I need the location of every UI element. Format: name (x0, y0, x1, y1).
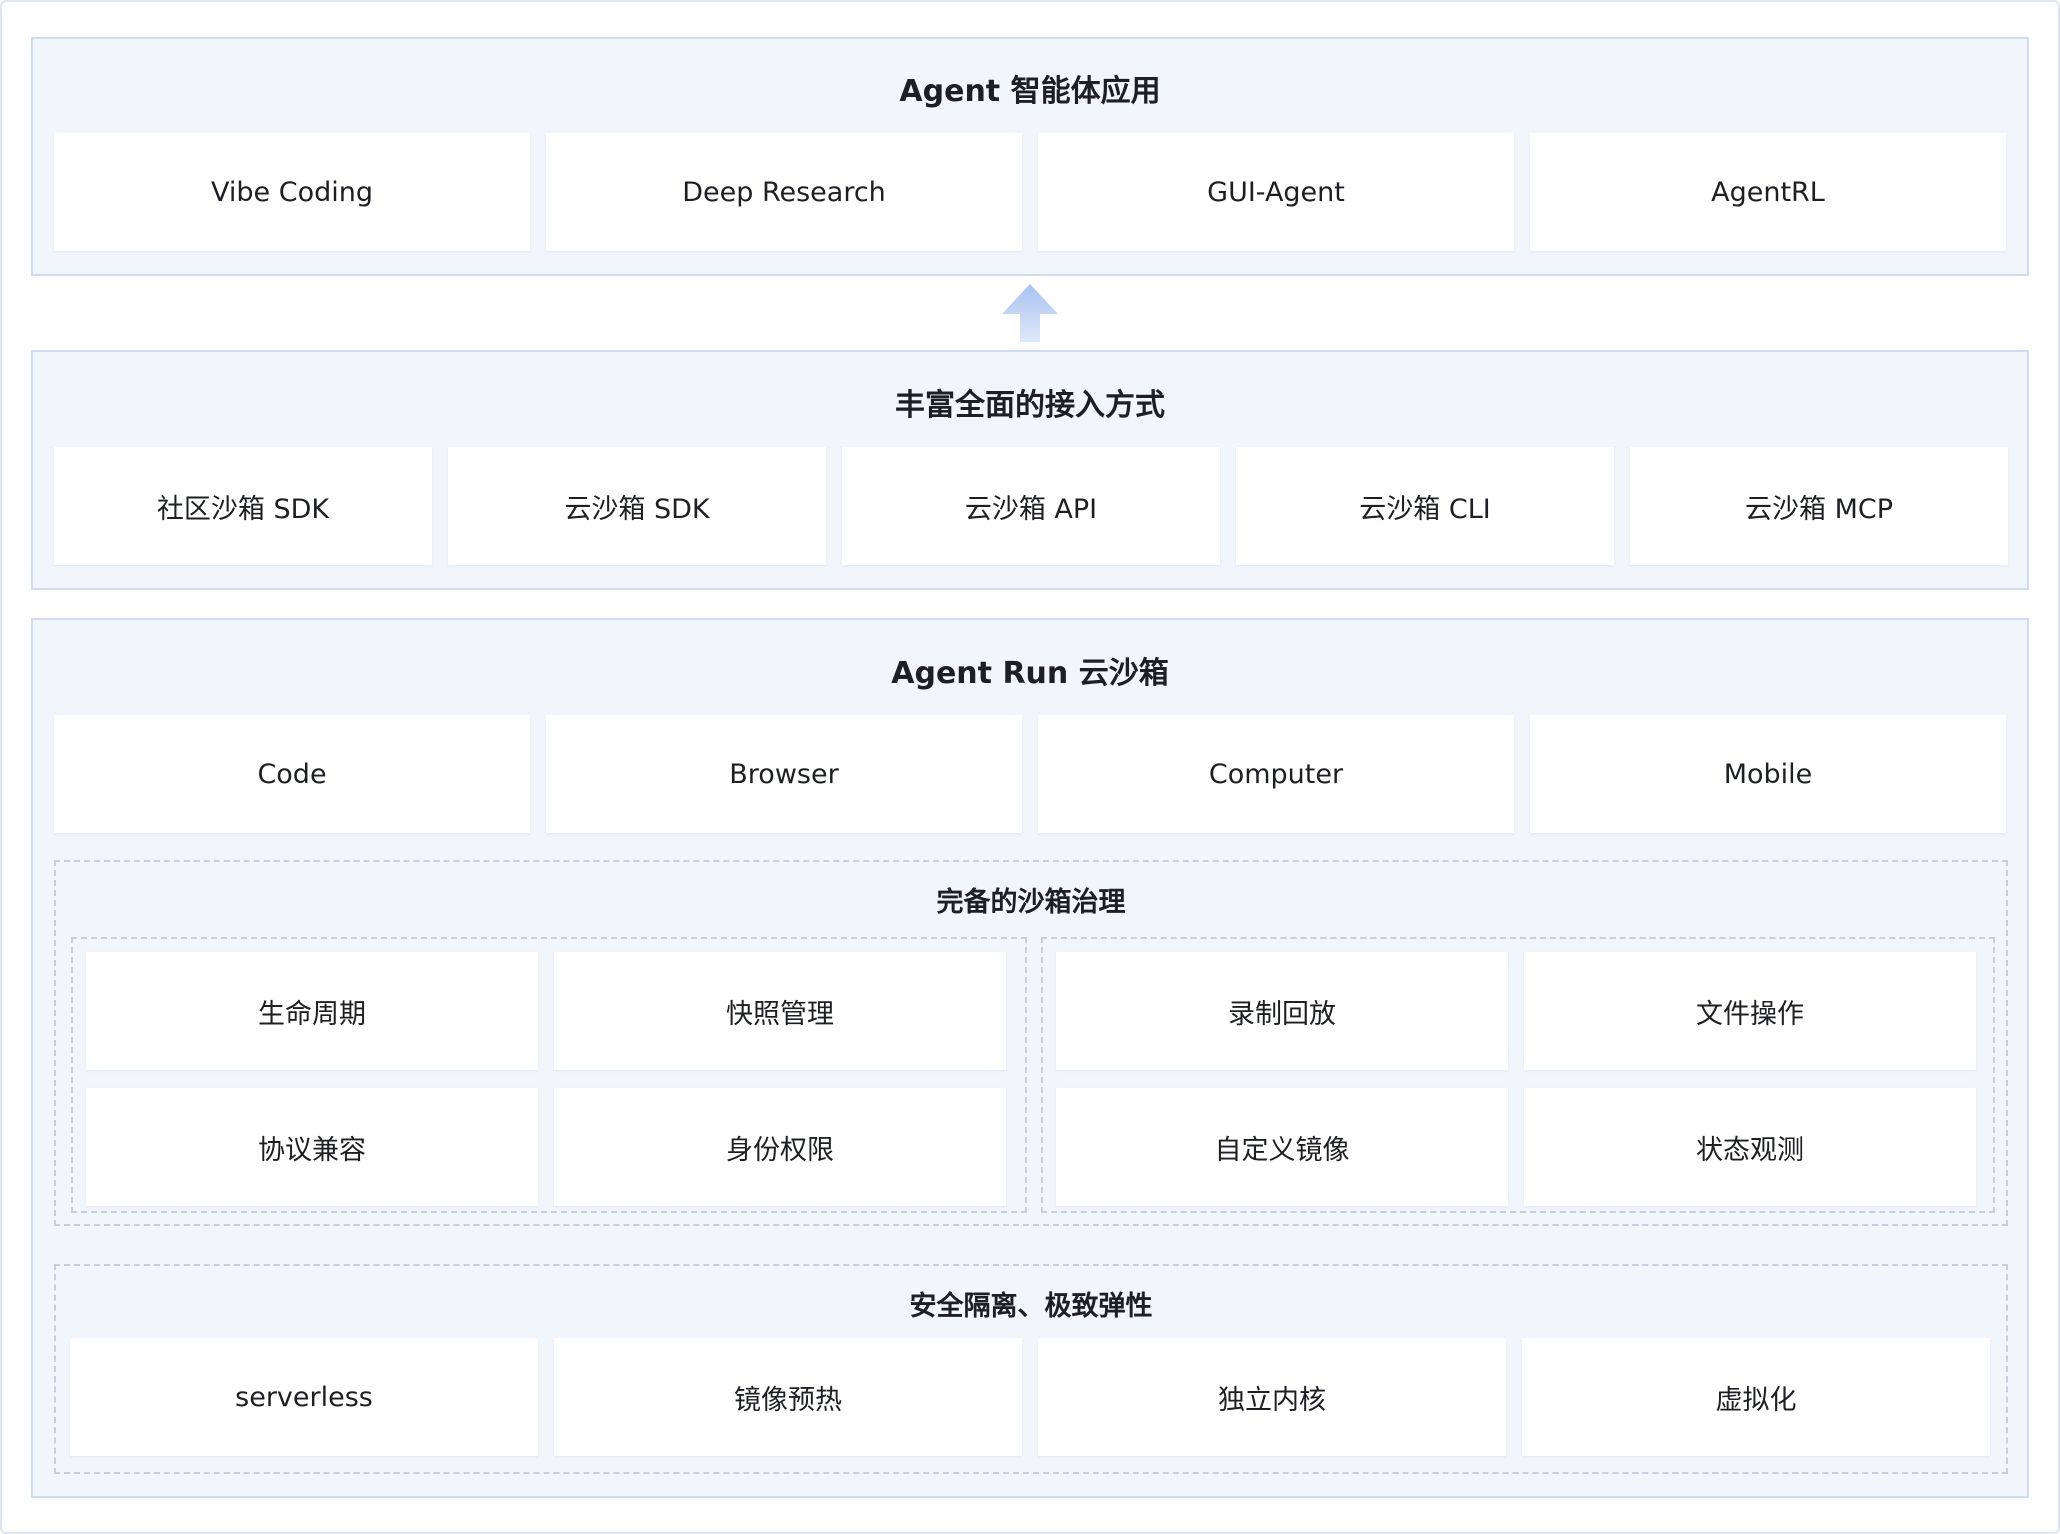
up-arrow-icon (1002, 284, 1058, 342)
governance-left-group: 生命周期 快照管理 协议兼容 身份权限 (71, 937, 1027, 1213)
runtime-row: Code Browser Computer Mobile (54, 715, 2008, 833)
security-card: 虚拟化 (1522, 1338, 1990, 1456)
governance-card: 生命周期 (86, 952, 538, 1070)
governance-card: 协议兼容 (86, 1088, 538, 1206)
app-card: Deep Research (546, 133, 1022, 251)
governance-card: 录制回放 (1056, 952, 1508, 1070)
governance-right-row: 录制回放 文件操作 (1056, 952, 1976, 1070)
sandbox-type-card: Computer (1038, 715, 1514, 833)
security-row: serverless 镜像预热 独立内核 虚拟化 (70, 1338, 1990, 1456)
security-card: serverless (70, 1338, 538, 1456)
governance-left-row: 协议兼容 身份权限 (86, 1088, 1006, 1206)
security-card: 镜像预热 (554, 1338, 1022, 1456)
security-card: 独立内核 (1038, 1338, 1506, 1456)
sandbox-type-card: Mobile (1530, 715, 2006, 833)
apps-title: Agent 智能体应用 (899, 74, 1161, 109)
governance-box: 完备的沙箱治理 生命周期 快照管理 协议兼容 身份权限 录制回放 文件操作 自定… (54, 860, 2008, 1226)
access-card: 云沙箱 API (842, 447, 1220, 565)
access-panel: 丰富全面的接入方式 社区沙箱 SDK 云沙箱 SDK 云沙箱 API 云沙箱 C… (31, 350, 2029, 590)
runtime-panel: Agent Run 云沙箱 Code Browser Computer Mobi… (31, 618, 2029, 1498)
apps-row: Vibe Coding Deep Research GUI-Agent Agen… (54, 133, 2008, 251)
governance-card: 快照管理 (554, 952, 1006, 1070)
security-box: 安全隔离、极致弹性 serverless 镜像预热 独立内核 虚拟化 (54, 1264, 2008, 1474)
governance-card: 自定义镜像 (1056, 1088, 1508, 1206)
governance-title: 完备的沙箱治理 (936, 887, 1126, 918)
app-card: GUI-Agent (1038, 133, 1514, 251)
governance-right-group: 录制回放 文件操作 自定义镜像 状态观测 (1041, 937, 1995, 1213)
access-card: 社区沙箱 SDK (54, 447, 432, 565)
access-card: 云沙箱 CLI (1236, 447, 1614, 565)
governance-card: 文件操作 (1524, 952, 1976, 1070)
app-card: AgentRL (1530, 133, 2006, 251)
security-title: 安全隔离、极致弹性 (909, 1291, 1153, 1322)
sandbox-type-card: Browser (546, 715, 1022, 833)
apps-panel: Agent 智能体应用 Vibe Coding Deep Research GU… (31, 37, 2029, 276)
runtime-title: Agent Run 云沙箱 (891, 656, 1169, 691)
access-title: 丰富全面的接入方式 (895, 388, 1165, 423)
app-card: Vibe Coding (54, 133, 530, 251)
governance-card: 状态观测 (1524, 1088, 1976, 1206)
governance-card: 身份权限 (554, 1088, 1006, 1206)
governance-left-row: 生命周期 快照管理 (86, 952, 1006, 1070)
access-card: 云沙箱 SDK (448, 447, 826, 565)
access-card: 云沙箱 MCP (1630, 447, 2008, 565)
governance-right-row: 自定义镜像 状态观测 (1056, 1088, 1976, 1206)
sandbox-type-card: Code (54, 715, 530, 833)
access-row: 社区沙箱 SDK 云沙箱 SDK 云沙箱 API 云沙箱 CLI 云沙箱 MCP (54, 447, 2008, 565)
